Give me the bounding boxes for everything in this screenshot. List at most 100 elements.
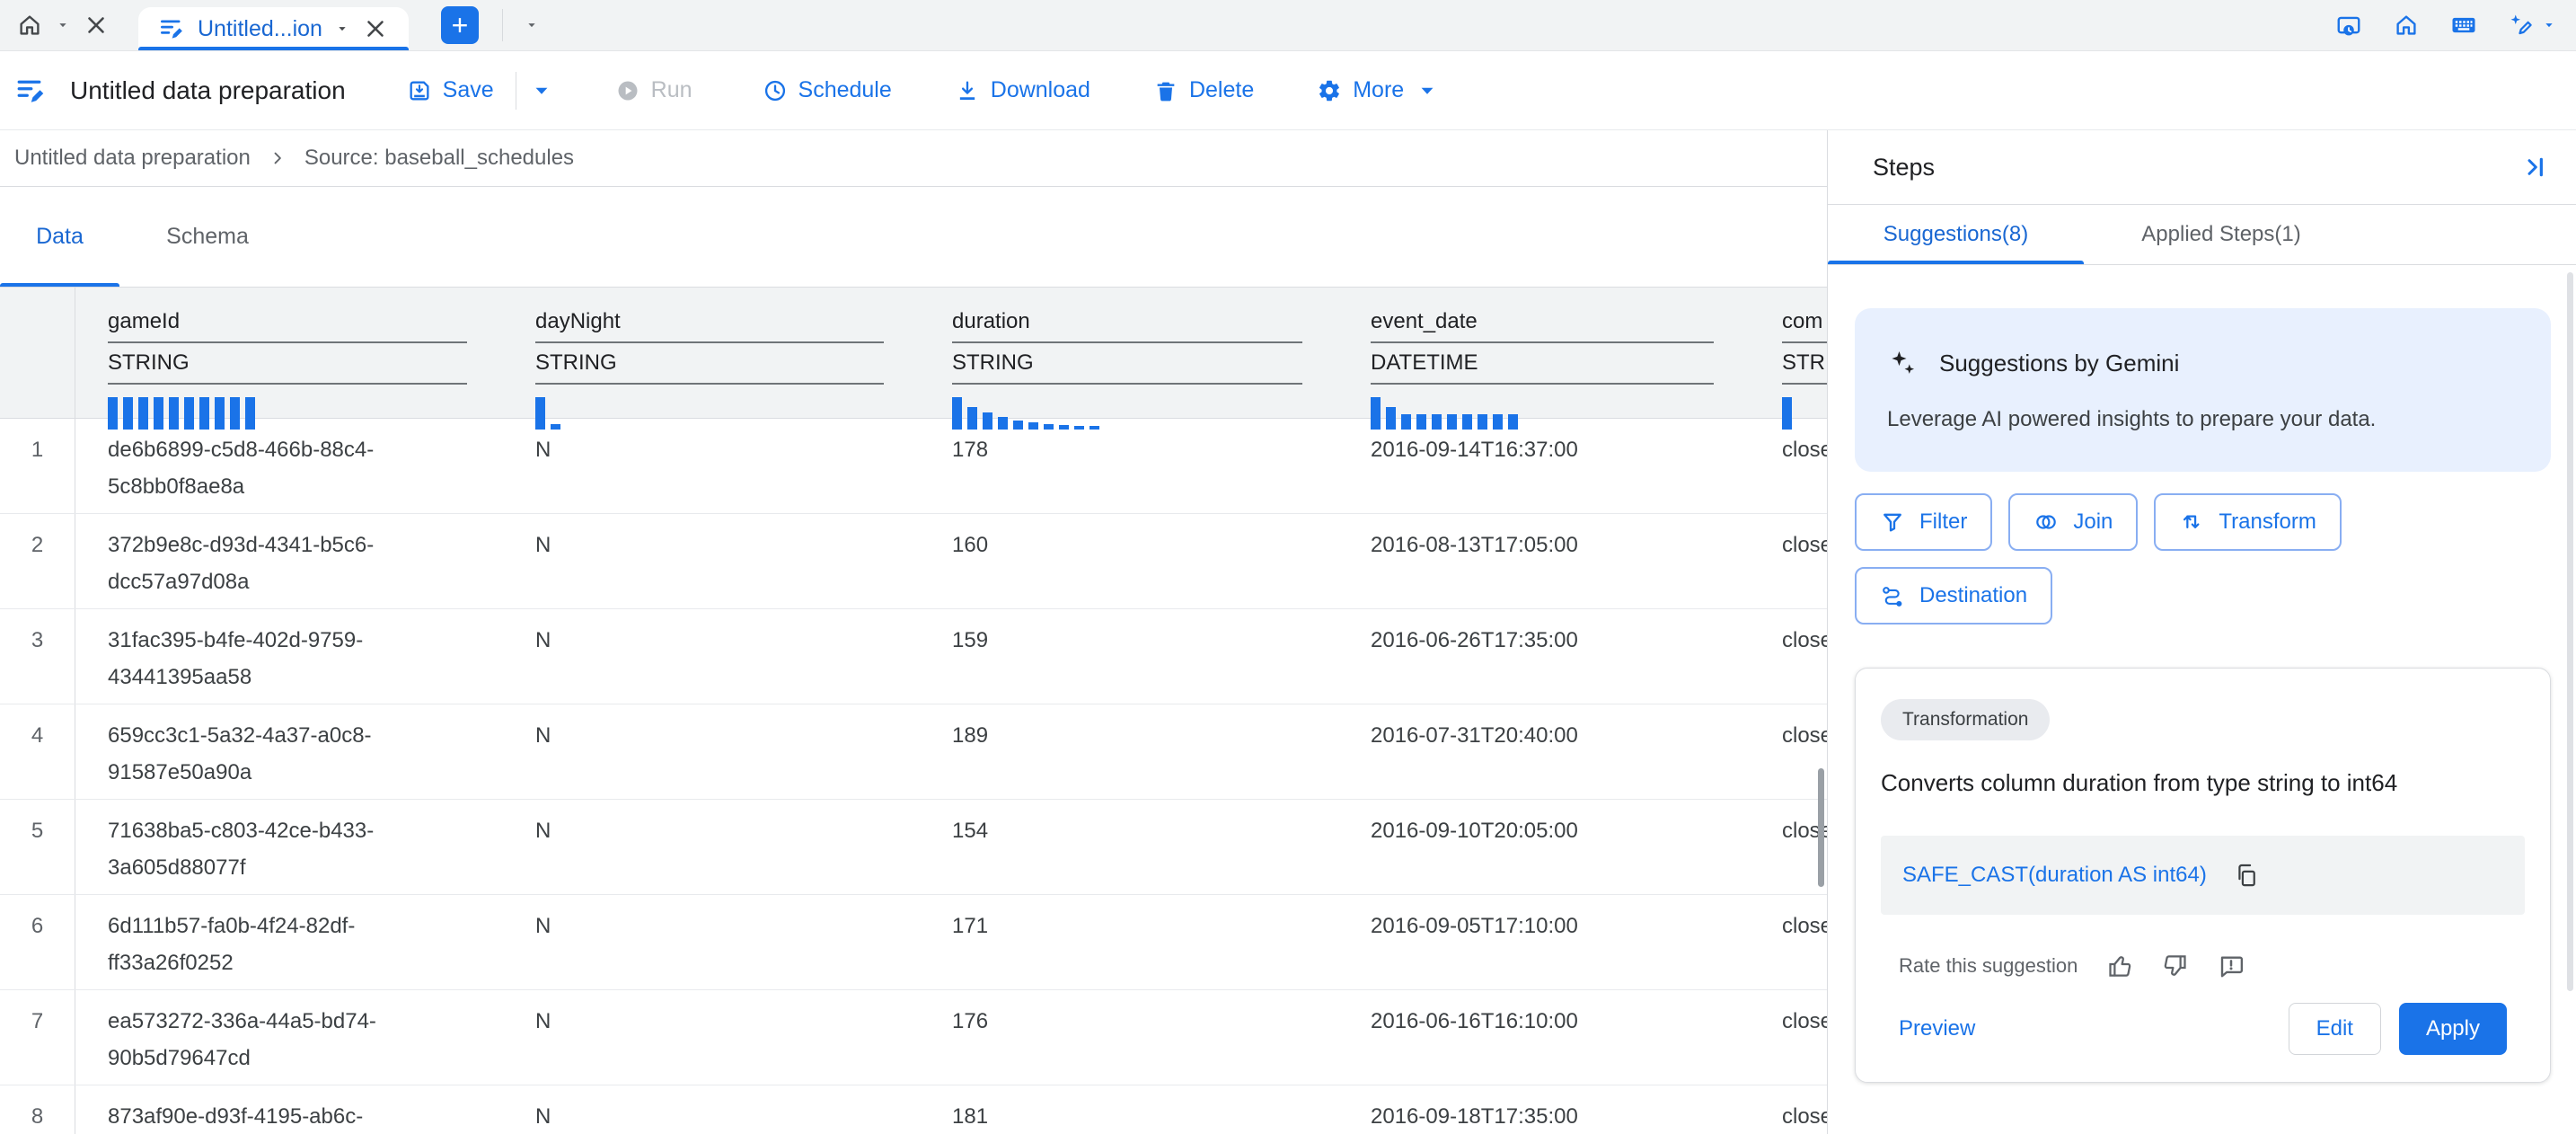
thumb-down-icon[interactable] <box>2162 952 2189 979</box>
cell-duration[interactable]: 189 <box>920 704 1338 799</box>
table-vertical-scrollbar[interactable] <box>1818 768 1824 887</box>
save-menu-caret[interactable] <box>516 62 567 120</box>
cell-commentary[interactable]: close <box>1750 609 1827 704</box>
cell-commentary[interactable]: close <box>1750 704 1827 799</box>
schedule-button[interactable]: Schedule <box>741 62 913 120</box>
column-header-com[interactable]: com STRI <box>1750 288 1827 418</box>
home-tab-close-icon[interactable] <box>83 12 110 39</box>
column-type-field[interactable]: STRING <box>108 350 467 385</box>
edit-button[interactable]: Edit <box>2289 1003 2381 1055</box>
cell-dayNight[interactable]: N <box>503 609 920 704</box>
column-header-dayNight[interactable]: dayNight STRING <box>503 288 920 418</box>
collapse-panel-icon[interactable] <box>2520 153 2549 182</box>
tab-schema[interactable]: Schema <box>119 187 296 287</box>
delete-button[interactable]: Delete <box>1132 62 1275 120</box>
cell-duration[interactable]: 181 <box>920 1085 1338 1134</box>
table-row: 8873af90e-d93f-4195-ab6c-8855abd81570N18… <box>0 1085 1827 1134</box>
cell-gameId[interactable]: ea573272-336a-44a5-bd74-90b5d79647cd <box>75 990 503 1085</box>
cell-gameId[interactable]: 31fac395-b4fe-402d-9759-43441395aa58 <box>75 609 503 704</box>
tab-close-icon[interactable] <box>362 15 389 42</box>
cell-gameId[interactable]: de6b6899-c5d8-466b-88c4-5c8bb0f8ae8a <box>75 419 503 513</box>
session-history-icon[interactable] <box>2335 12 2362 39</box>
filter-button[interactable]: Filter <box>1855 493 1992 551</box>
tab-untitled-data-preparation[interactable]: Untitled...ion <box>138 7 409 50</box>
cell-dayNight[interactable]: N <box>503 990 920 1085</box>
cell-commentary[interactable]: close <box>1750 800 1827 894</box>
column-header-gameId[interactable]: gameId STRING <box>75 288 503 418</box>
run-button[interactable]: Run <box>594 62 714 120</box>
column-header-duration[interactable]: duration STRING <box>920 288 1338 418</box>
tab-overflow-caret-icon[interactable] <box>525 18 539 32</box>
column-name-field[interactable]: duration <box>952 309 1302 343</box>
join-button[interactable]: Join <box>2008 493 2138 551</box>
thumb-up-icon[interactable] <box>2106 952 2133 979</box>
gemini-assist-caret-icon[interactable] <box>2542 18 2556 32</box>
column-type-field[interactable]: STRING <box>952 350 1302 385</box>
home-tab-caret-icon[interactable] <box>56 18 70 32</box>
cell-dayNight[interactable]: N <box>503 1085 920 1134</box>
column-name-field[interactable]: dayNight <box>535 309 884 343</box>
cell-commentary[interactable]: close <box>1750 419 1827 513</box>
cell-event_date[interactable]: 2016-08-13T17:05:00 <box>1338 514 1750 608</box>
cell-dayNight[interactable]: N <box>503 800 920 894</box>
transform-button[interactable]: Transform <box>2154 493 2341 551</box>
new-tab-button[interactable]: + <box>441 6 479 44</box>
panel-vertical-scrollbar[interactable] <box>2567 272 2573 991</box>
cell-gameId[interactable]: 659cc3c1-5a32-4a37-a0c8-91587e50a90a <box>75 704 503 799</box>
cell-commentary[interactable]: close <box>1750 1085 1827 1134</box>
apply-button[interactable]: Apply <box>2399 1003 2507 1055</box>
column-name-field[interactable]: com <box>1782 309 1827 343</box>
column-name-field[interactable]: event_date <box>1371 309 1714 343</box>
cell-event_date[interactable]: 2016-09-14T16:37:00 <box>1338 419 1750 513</box>
column-type-field[interactable]: STRING <box>535 350 884 385</box>
tab-applied-steps[interactable]: Applied Steps(1) <box>2084 205 2359 264</box>
column-header-event_date[interactable]: event_date DATETIME <box>1338 288 1750 418</box>
more-button[interactable]: More <box>1295 62 1461 120</box>
cell-event_date[interactable]: 2016-06-26T17:35:00 <box>1338 609 1750 704</box>
cell-event_date[interactable]: 2016-09-10T20:05:00 <box>1338 800 1750 894</box>
breadcrumb-root[interactable]: Untitled data preparation <box>14 146 251 171</box>
cell-event_date[interactable]: 2016-09-18T17:35:00 <box>1338 1085 1750 1134</box>
cell-dayNight[interactable]: N <box>503 514 920 608</box>
copy-icon[interactable] <box>2234 863 2259 888</box>
cell-dayNight[interactable]: N <box>503 419 920 513</box>
suggestion-code[interactable]: SAFE_CAST(duration AS int64) <box>1902 863 2207 888</box>
keyboard-shortcuts-icon[interactable] <box>2450 12 2477 39</box>
cell-gameId[interactable]: 6d111b57-fa0b-4f24-82df-ff33a26f0252 <box>75 895 503 989</box>
gemini-assist-icon[interactable] <box>2508 12 2535 39</box>
feedback-icon[interactable] <box>2218 952 2245 979</box>
cell-duration[interactable]: 176 <box>920 990 1338 1085</box>
destination-button[interactable]: Destination <box>1855 567 2052 625</box>
home-icon[interactable] <box>2393 12 2420 39</box>
tab-caret-icon[interactable] <box>335 22 349 36</box>
cell-duration[interactable]: 154 <box>920 800 1338 894</box>
cell-duration[interactable]: 159 <box>920 609 1338 704</box>
cell-event_date[interactable]: 2016-07-31T20:40:00 <box>1338 704 1750 799</box>
cell-gameId[interactable]: 372b9e8c-d93d-4341-b5c6-dcc57a97d08a <box>75 514 503 608</box>
home-tab-icon[interactable] <box>16 12 43 39</box>
tab-data[interactable]: Data <box>0 187 119 287</box>
column-type-field[interactable]: STRI <box>1782 350 1827 385</box>
cell-dayNight[interactable]: N <box>503 895 920 989</box>
cell-commentary[interactable]: close <box>1750 514 1827 608</box>
cell-text: dcc57a97d08a <box>108 569 467 595</box>
column-type-field[interactable]: DATETIME <box>1371 350 1714 385</box>
breadcrumb-source[interactable]: Source: baseball_schedules <box>304 146 574 171</box>
cell-duration[interactable]: 171 <box>920 895 1338 989</box>
view-tabs: Data Schema <box>0 187 1827 288</box>
cell-duration[interactable]: 160 <box>920 514 1338 608</box>
cell-duration[interactable]: 178 <box>920 419 1338 513</box>
cell-event_date[interactable]: 2016-06-16T16:10:00 <box>1338 990 1750 1085</box>
cell-event_date[interactable]: 2016-09-05T17:10:00 <box>1338 895 1750 989</box>
tab-suggestions[interactable]: Suggestions(8) <box>1828 205 2084 264</box>
preview-button[interactable]: Preview <box>1899 1016 1975 1041</box>
download-button[interactable]: Download <box>933 62 1112 120</box>
cell-gameId[interactable]: 71638ba5-c803-42ce-b433-3a605d88077f <box>75 800 503 894</box>
filter-icon <box>1880 509 1905 535</box>
column-name-field[interactable]: gameId <box>108 309 467 343</box>
cell-dayNight[interactable]: N <box>503 704 920 799</box>
save-button[interactable]: Save <box>385 62 516 120</box>
cell-commentary[interactable]: close <box>1750 895 1827 989</box>
cell-commentary[interactable]: close <box>1750 990 1827 1085</box>
cell-gameId[interactable]: 873af90e-d93f-4195-ab6c-8855abd81570 <box>75 1085 503 1134</box>
